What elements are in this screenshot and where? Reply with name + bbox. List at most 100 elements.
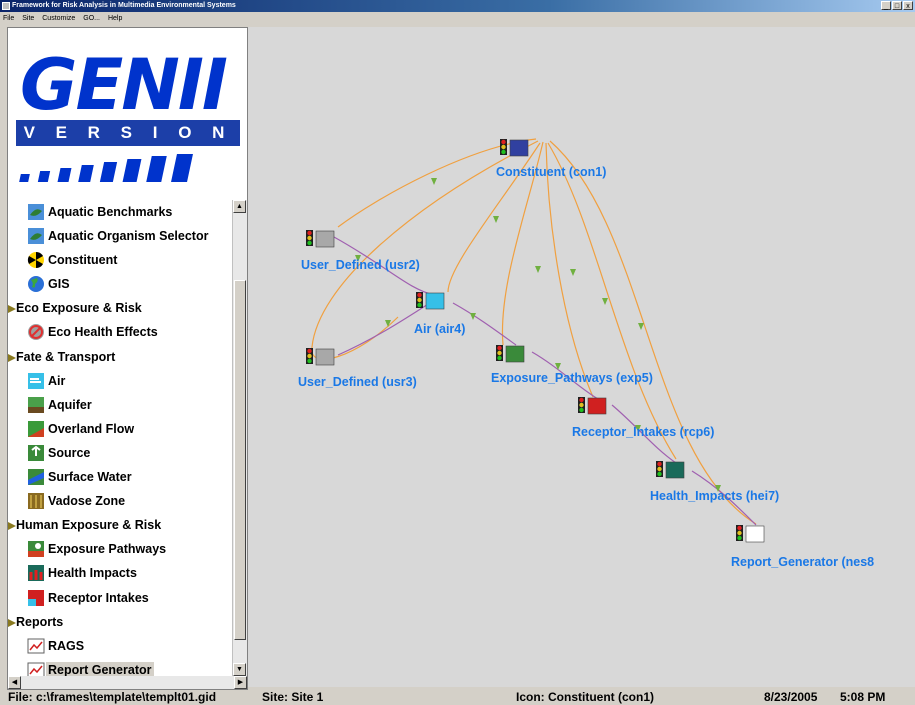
status-time: 5:08 PM <box>840 690 886 704</box>
maximize-button[interactable]: □ <box>892 1 902 10</box>
tree-item-report-generator[interactable]: Report Generator <box>8 658 234 676</box>
constituent-link-nes8 <box>549 140 757 525</box>
tree-item-air[interactable]: Air <box>8 369 234 393</box>
menu-customize[interactable]: Customize <box>39 12 78 25</box>
link-arrow <box>602 298 608 305</box>
scroll-up-button[interactable]: ▲ <box>233 200 246 213</box>
genii-logo: GENII V E R S I O N 2.0 <box>8 28 240 198</box>
tree-item-aquifer[interactable]: Aquifer <box>8 393 234 417</box>
constituent-link-hei7 <box>547 142 677 460</box>
node-label-nes8: Report_Generator (nes8 <box>731 555 874 569</box>
light-green <box>307 240 312 246</box>
tree-item-gis[interactable]: GIS <box>8 272 234 296</box>
tree-label: Exposure Pathways <box>48 542 167 557</box>
tree-item-exposure-pathways[interactable]: Exposure Pathways <box>8 537 234 561</box>
light-yellow <box>307 353 312 359</box>
module-palette: GENII V E R S I O N 2.0 Aquatic Benchmar… <box>7 27 248 690</box>
receptor-icon <box>27 589 45 607</box>
tree-item-aquatic-benchmarks[interactable]: Aquatic Benchmarks <box>8 200 234 224</box>
light-yellow <box>307 235 312 241</box>
tree-vertical-scrollbar[interactable]: ▲ ▼ <box>232 200 247 676</box>
tree-label: RAGS <box>48 638 85 653</box>
menu-help[interactable]: Help <box>105 12 125 25</box>
light-green <box>497 355 502 361</box>
light-red <box>657 461 662 467</box>
menu-bar: File Site Customize GO... Help <box>0 12 915 25</box>
tree-item-source[interactable]: Source <box>8 441 234 465</box>
menu-file[interactable]: File <box>0 12 17 25</box>
tree-item-surface-water[interactable]: Surface Water <box>8 465 234 489</box>
light-green <box>501 149 506 155</box>
tree-item-rags[interactable]: RAGS <box>8 634 234 658</box>
air-module-icon <box>425 292 445 310</box>
tree-label: Health Impacts <box>48 566 137 581</box>
link-arrow <box>385 320 391 327</box>
link-arrow <box>431 178 437 185</box>
window-title: Framework for Risk Analysis in Multimedi… <box>12 2 236 9</box>
user-module-icon <box>315 348 335 366</box>
tree-label: Air <box>48 373 66 388</box>
tree-category-fate-transport[interactable]: Fate & Transport <box>8 345 234 369</box>
expand-arrow-icon <box>8 520 16 531</box>
node-label-usr3: User_Defined (usr3) <box>298 375 417 389</box>
scroll-down-button[interactable]: ▼ <box>233 663 246 676</box>
source-icon <box>27 444 45 462</box>
tree-label: Vadose Zone <box>48 494 126 509</box>
tree-item-constituent[interactable]: Constituent <box>8 248 234 272</box>
minimize-button[interactable]: _ <box>881 1 891 10</box>
node-label-con1: Constituent (con1) <box>496 165 606 179</box>
constituent-link-rcp6 <box>545 142 594 398</box>
logo-version: V E R S I O N 2.0 <box>16 120 240 168</box>
tree-item-vadose-zone[interactable]: Vadose Zone <box>8 489 234 513</box>
light-yellow <box>579 402 584 408</box>
network-diagram[interactable]: Constituent (con1) User_Defined (usr2) Air… <box>248 27 915 687</box>
tree-category-eco-exposure-risk[interactable]: Eco Exposure & Risk <box>8 296 234 320</box>
tree-label: Aquifer <box>48 397 92 412</box>
tree-item-receptor-intakes[interactable]: Receptor Intakes <box>8 586 234 610</box>
menu-site[interactable]: Site <box>19 12 37 25</box>
tree-item-health-impacts[interactable]: Health Impacts <box>8 561 234 585</box>
scroll-thumb[interactable] <box>234 280 246 640</box>
close-button[interactable]: x <box>903 1 913 10</box>
fish-icon <box>27 227 45 245</box>
no-symbol-icon <box>27 323 45 341</box>
tree-category-human-exposure-risk[interactable]: Human Exposure & Risk <box>8 513 234 537</box>
light-red <box>417 292 422 298</box>
light-red <box>501 139 506 145</box>
overland-icon <box>27 420 45 438</box>
tree-item-aquatic-organism-selector[interactable]: Aquatic Organism Selector <box>8 224 234 248</box>
user-module-icon <box>315 230 335 248</box>
light-yellow <box>417 297 422 303</box>
constituent-module-icon <box>509 139 529 157</box>
light-red <box>737 525 742 531</box>
logo-title: GENII <box>20 44 228 126</box>
tree-label: Aquatic Benchmarks <box>48 205 173 219</box>
tree-item-overland-flow[interactable]: Overland Flow <box>8 417 234 441</box>
tree-label: Report Generator <box>46 661 154 676</box>
title-bar: Framework for Risk Analysis in Multimedi… <box>0 0 915 12</box>
scroll-right-button[interactable]: ▶ <box>234 676 247 689</box>
tree-label: Receptor Intakes <box>48 590 149 605</box>
tree-category-reports[interactable]: Reports <box>8 610 234 634</box>
menu-go[interactable]: GO... <box>80 12 103 25</box>
scroll-left-button[interactable]: ◀ <box>8 676 21 689</box>
node-label-usr2: User_Defined (usr2) <box>301 258 420 272</box>
aquifer-icon <box>27 396 45 414</box>
surface-water-icon <box>27 468 45 486</box>
light-yellow <box>497 350 502 356</box>
tree-item-eco-health-effects[interactable]: Eco Health Effects <box>8 320 234 344</box>
node-label-hei7: Health_Impacts (hei7) <box>650 489 779 503</box>
expand-arrow-icon <box>8 617 16 627</box>
light-green <box>657 471 662 477</box>
link-arrow <box>535 266 541 273</box>
light-green <box>417 302 422 308</box>
expand-arrow-icon <box>8 352 16 362</box>
workspace-canvas[interactable]: Constituent (con1) User_Defined (usr2) Air… <box>248 27 915 687</box>
light-red <box>307 348 312 354</box>
tree-horizontal-scrollbar[interactable]: ◀ ▶ <box>8 676 247 689</box>
status-site: Site: Site 1 <box>262 690 324 704</box>
light-green <box>579 407 584 413</box>
tree-label: Surface Water <box>48 470 132 485</box>
tree-label: Human Exposure & Risk <box>16 518 162 533</box>
light-red <box>307 230 312 236</box>
